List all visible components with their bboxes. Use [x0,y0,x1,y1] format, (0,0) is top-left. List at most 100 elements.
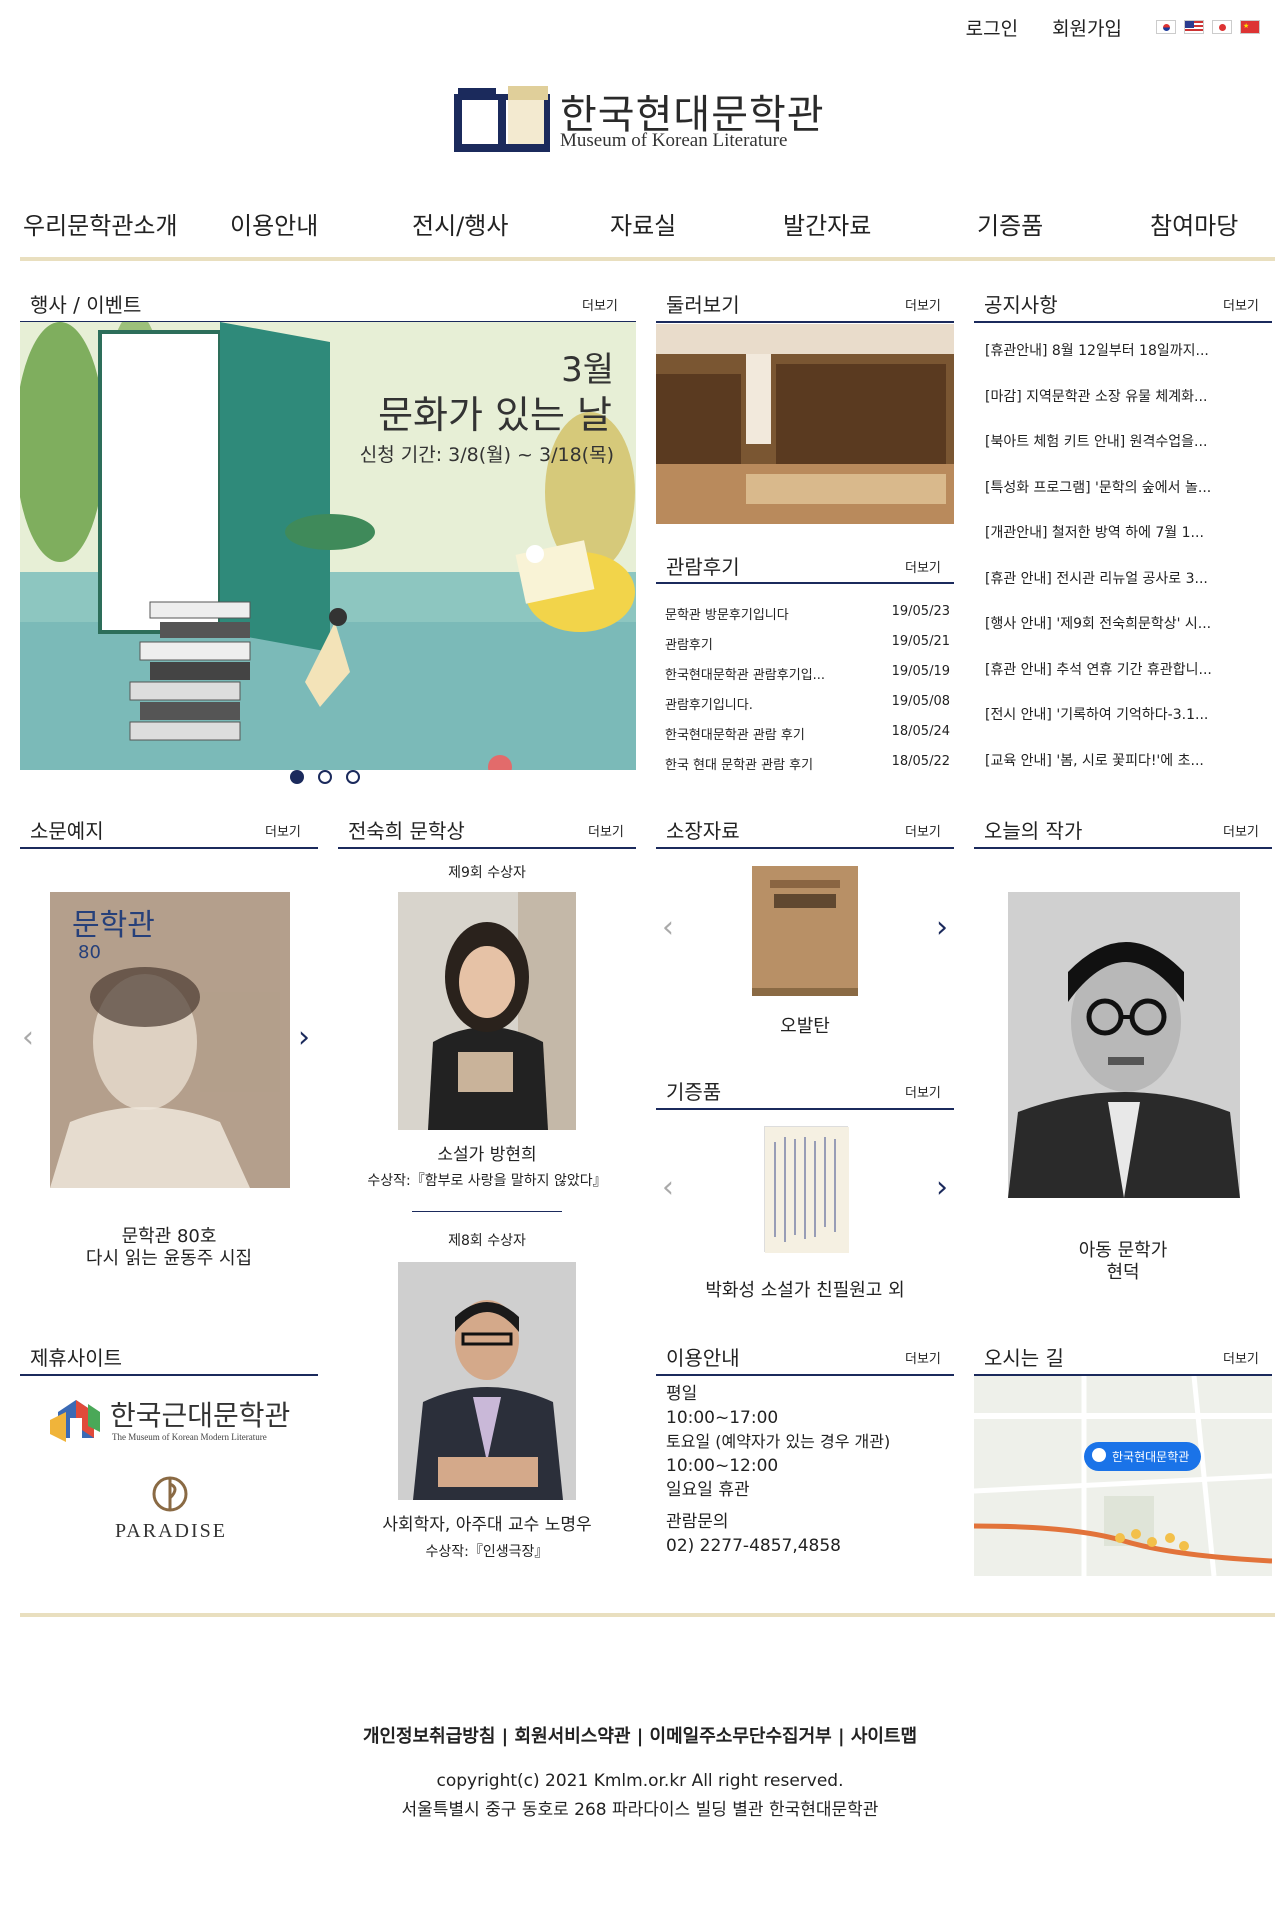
nav-item-donations[interactable]: 기증품 [977,206,1043,241]
winner9-portrait [398,892,576,1130]
paradise-logo-icon [152,1476,188,1512]
writer-more-link[interactable]: 더보기 [1223,821,1259,840]
donation-manuscript-image[interactable] [764,1126,849,1253]
login-link[interactable]: 로그인 [966,14,1018,41]
japan-flag-icon[interactable] [1212,20,1232,34]
tour-photo[interactable] [656,324,954,524]
nav-item-community[interactable]: 참여마당 [1150,206,1238,241]
nav-item-publications[interactable]: 발간자료 [783,206,871,241]
directions-title: 오시는 길 [984,1346,1064,1370]
partner-kmml-logo[interactable]: 한국근대문학관 The Museum of Korean Modern Lite… [48,1392,298,1450]
award-winner8-name: 사회학자, 아주대 교수 노명우 [382,1515,592,1535]
directions-map[interactable]: 한국현대문학관 [974,1376,1272,1576]
review-row[interactable]: 한국현대문학관 관람후기입... 19/05/19 [665,664,950,694]
newsletter-cover[interactable]: 문학관 80 [50,892,290,1188]
kmml-logo-icon [50,1400,100,1442]
site-logo[interactable]: 한국현대문학관 Museum of Korean Literature [452,82,852,154]
award-winner9-name: 소설가 방현희 [437,1145,537,1165]
usage-more-link[interactable]: 더보기 [905,1348,941,1367]
usage-line: 10:00~17:00 [666,1408,779,1428]
review-row[interactable]: 관람후기입니다. 19/05/08 [665,694,950,724]
donation-more-link[interactable]: 더보기 [905,1082,941,1101]
notices-more-link[interactable]: 더보기 [1223,295,1259,314]
notice-item[interactable]: [특성화 프로그램] '문학의 숲에서 놀... [985,477,1275,523]
review-row[interactable]: 문학관 방문후기입니다 19/05/23 [665,604,950,634]
nav-item-archive[interactable]: 자료실 [610,206,676,241]
collection-caption[interactable]: 오발탄 [656,1012,954,1038]
partner1-title: 한국근대문학관 [110,1399,291,1432]
banner-pagination [290,770,360,784]
donation-next-arrow[interactable]: › [936,1170,948,1205]
usage-divider [656,1374,954,1376]
pagination-dot-active[interactable] [290,770,304,784]
winner8-portrait [398,1262,576,1500]
usage-contact-phone: 02) 2277-4857,4858 [666,1536,841,1556]
notice-item[interactable]: [개관안내] 철저한 방역 하에 7월 1... [985,522,1275,568]
review-row[interactable]: 한국 현대 문학관 관람 후기 18/05/22 [665,754,950,784]
award-winner8-work: 수상작:『인생극장』 [425,1544,549,1560]
directions-more-link[interactable]: 더보기 [1223,1348,1259,1367]
writer-photo[interactable] [1008,892,1240,1198]
usa-flag-icon[interactable] [1184,20,1204,34]
top-bar: 로그인 회원가입 ★ [966,12,1260,42]
collection-title: 소장자료 [666,819,740,843]
nav-item-guide[interactable]: 이용안내 [230,206,318,241]
review-row[interactable]: 한국현대문학관 관람 후기 18/05/24 [665,724,950,754]
writer-caption[interactable]: 아동 문학가 현덕 [974,1240,1272,1284]
china-flag-icon[interactable]: ★ [1240,20,1260,34]
partner1-subtitle: The Museum of Korean Modern Literature [112,1432,267,1442]
newsletter-caption[interactable]: 문학관 80호 다시 읽는 윤동주 시집 [20,1226,318,1270]
usage-line: 10:00~12:00 [666,1456,779,1476]
notice-item[interactable]: [휴관안내] 8월 12일부터 18일까지... [985,340,1275,386]
usage-contact-label: 관람문의 [666,1512,729,1532]
notice-item[interactable]: [휴관 안내] 전시관 리뉴얼 공사로 3... [985,568,1275,614]
partner-paradise-logo[interactable]: PARADISE [115,1474,225,1554]
notice-item[interactable]: [휴관 안내] 추석 연휴 기간 휴관합니... [985,659,1275,705]
map-image [974,1376,1272,1576]
tour-more-link[interactable]: 더보기 [905,295,941,314]
nav-item-about[interactable]: 우리문학관소개 [23,206,178,241]
nav-item-exhibition[interactable]: 전시/행사 [412,206,508,241]
partners-title: 제휴사이트 [30,1346,122,1370]
map-location-pin[interactable]: 한국현대문학관 [1084,1442,1202,1471]
collection-book-image[interactable] [752,866,858,996]
pagination-dot[interactable] [346,770,360,784]
donation-prev-arrow[interactable]: ‹ [662,1170,674,1205]
newsletter-prev-arrow[interactable]: ‹ [22,1020,34,1055]
notice-item[interactable]: [행사 안내] '제9회 전숙희문학상' 시... [985,613,1275,659]
reviews-divider [656,582,954,584]
events-more-link[interactable]: 더보기 [582,295,618,314]
review-date: 19/05/23 [891,604,950,619]
award-more-link[interactable]: 더보기 [588,821,624,840]
collection-next-arrow[interactable]: › [936,910,948,945]
newsletter-more-link[interactable]: 더보기 [265,821,301,840]
newsletter-caption-line1: 문학관 80호 [121,1226,217,1247]
review-date: 18/05/24 [891,724,950,739]
main-nav: 우리문학관소개 이용안내 전시/행사 자료실 발간자료 기증품 참여마당 [20,206,1275,256]
collection-more-link[interactable]: 더보기 [905,821,941,840]
tour-divider [656,321,954,323]
award-winner9-label: 제9회 수상자 [448,865,526,881]
newsletter-next-arrow[interactable]: › [298,1020,310,1055]
award-winner8-photo[interactable] [398,1262,576,1500]
pagination-dot[interactable] [318,770,332,784]
korea-flag-icon[interactable] [1156,20,1176,34]
notice-item[interactable]: [마감] 지역문학관 소장 유물 체계화... [985,386,1275,432]
review-row[interactable]: 관람후기 19/05/21 [665,634,950,664]
review-title: 한국현대문학관 관람후기입... [665,668,826,683]
notice-item[interactable]: [전시 안내] '기록하여 기억하다-3.1... [985,704,1275,750]
writer-title: 오늘의 작가 [984,819,1083,843]
award-winner9-photo[interactable] [398,892,576,1130]
events-banner[interactable]: 3월 문화가 있는 날 신청 기간: 3/8(월) ~ 3/18(목) [20,322,636,770]
notice-item[interactable]: [북아트 체험 키트 안내] 원격수업을... [985,431,1275,477]
footer-links[interactable]: 개인정보취급방침 | 회원서비스약관 | 이메일주소무단수집거부 | 사이트맵 [0,1722,1280,1748]
signup-link[interactable]: 회원가입 [1052,14,1122,41]
donation-caption[interactable]: 박화성 소설가 친필원고 외 [656,1276,954,1302]
award-divider [338,847,636,849]
review-title: 한국현대문학관 관람 후기 [665,728,805,743]
reviews-more-link[interactable]: 더보기 [905,557,941,576]
notice-item[interactable]: [교육 안내] '봄, 시로 꽃피다!'에 초... [985,750,1275,796]
cover-portrait [50,967,280,1188]
collection-prev-arrow[interactable]: ‹ [662,910,674,945]
notices-list: [휴관안내] 8월 12일부터 18일까지... [마감] 지역문학관 소장 유… [985,340,1275,795]
